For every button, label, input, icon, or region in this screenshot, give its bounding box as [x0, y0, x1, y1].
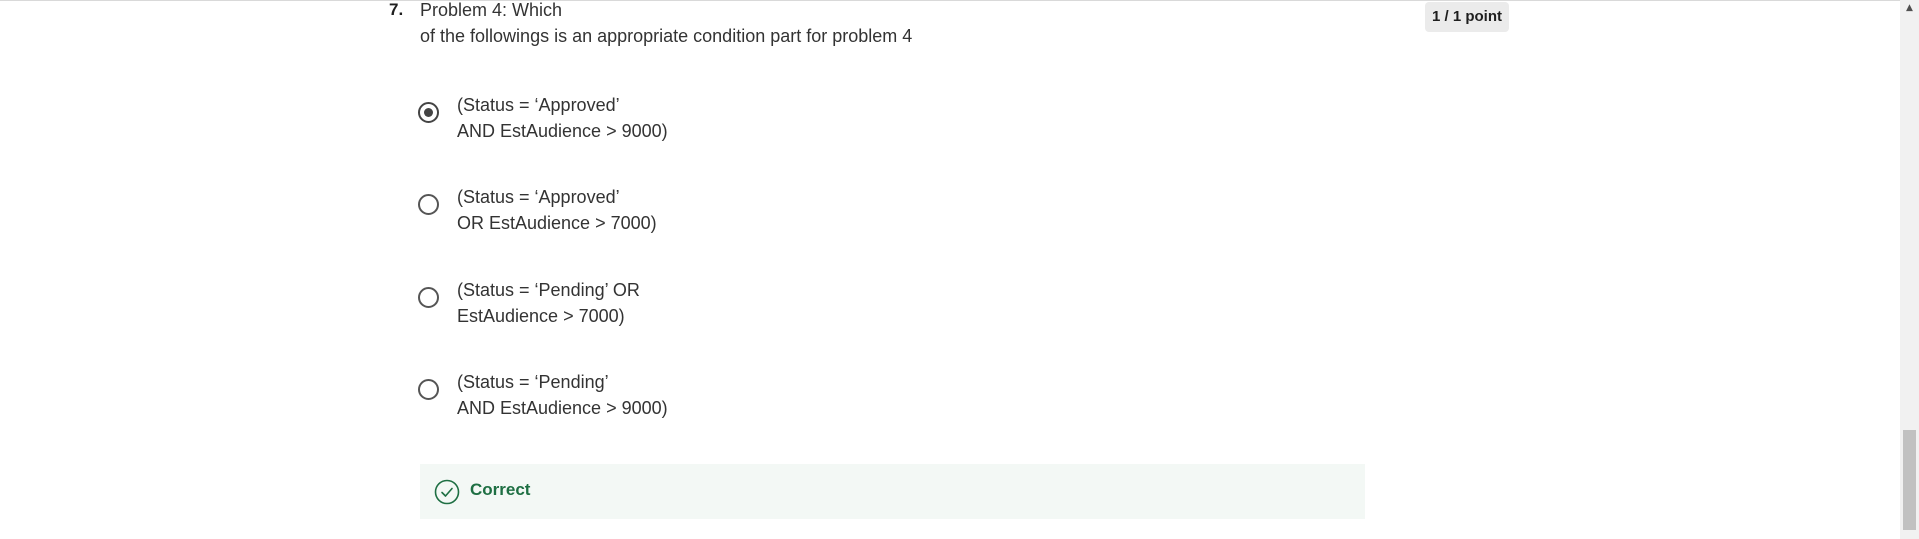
feedback-banner: Correct — [420, 464, 1365, 519]
option-label: (Status = ‘Approved’ AND EstAudience > 9… — [457, 92, 837, 144]
option-label-line-1: (Status = ‘Approved’ — [457, 95, 620, 115]
check-circle-icon — [434, 479, 460, 505]
scrollbar-thumb[interactable] — [1903, 430, 1916, 530]
option-label-line-2: EstAudience > 7000) — [457, 306, 625, 326]
option-1[interactable]: (Status = ‘Approved’ AND EstAudience > 9… — [418, 92, 838, 148]
score-badge: 1 / 1 point — [1425, 2, 1509, 32]
question-text-line-1: Problem 4: Which — [420, 0, 563, 20]
radio-button[interactable] — [418, 194, 439, 215]
option-label: (Status = ‘Pending’ OR EstAudience > 700… — [457, 277, 837, 329]
option-label-line-1: (Status = ‘Pending’ — [457, 372, 609, 392]
option-label-line-2: AND EstAudience > 9000) — [457, 121, 668, 141]
option-2[interactable]: (Status = ‘Approved’ OR EstAudience > 70… — [418, 184, 838, 240]
radio-button[interactable] — [418, 287, 439, 308]
option-4[interactable]: (Status = ‘Pending’ AND EstAudience > 90… — [418, 369, 838, 425]
vertical-scrollbar[interactable]: ▲ — [1900, 0, 1919, 539]
option-label: (Status = ‘Approved’ OR EstAudience > 70… — [457, 184, 837, 236]
radio-button-selected[interactable] — [418, 102, 439, 123]
option-3[interactable]: (Status = ‘Pending’ OR EstAudience > 700… — [418, 277, 838, 333]
option-label-line-1: (Status = ‘Pending’ OR — [457, 280, 640, 300]
radio-dot — [424, 108, 433, 117]
quiz-page: 7. Problem 4: Which of the followings is… — [0, 0, 1919, 539]
radio-button[interactable] — [418, 379, 439, 400]
option-label-line-1: (Status = ‘Approved’ — [457, 187, 620, 207]
scroll-up-arrow-icon[interactable]: ▲ — [1900, 0, 1919, 17]
question-number: 7. — [389, 0, 404, 19]
question-text-line-2: of the followings is an appropriate cond… — [420, 26, 913, 46]
option-label-line-2: AND EstAudience > 9000) — [457, 398, 668, 418]
option-label-line-2: OR EstAudience > 7000) — [457, 213, 657, 233]
option-label: (Status = ‘Pending’ AND EstAudience > 90… — [457, 369, 837, 421]
feedback-label: Correct — [470, 480, 531, 499]
question-text: Problem 4: Which of the followings is an… — [420, 0, 1020, 49]
